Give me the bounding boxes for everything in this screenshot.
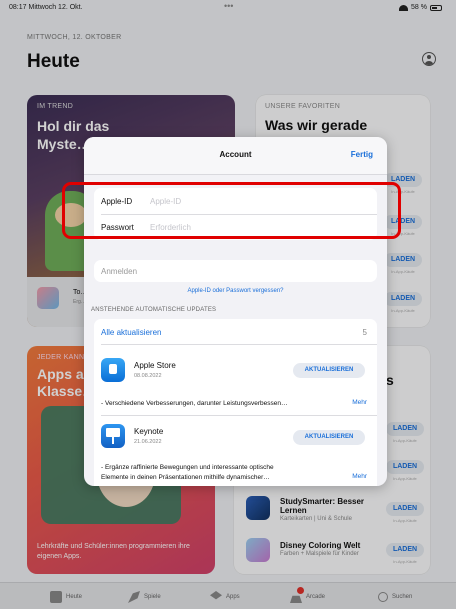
more-link[interactable]: Mehr [352,399,367,406]
update-app-date: 08.08.2022 [134,373,162,379]
keynote-app-icon[interactable] [101,424,125,448]
podium-icon [106,428,120,437]
shopping-bag-icon [109,364,117,374]
update-app-name: Apple Store [134,361,176,370]
divider [101,415,377,416]
sign-in-button[interactable]: Anmelden [94,260,377,282]
updates-section-header: ANSTEHENDE AUTOMATISCHE UPDATES [91,307,217,313]
update-button[interactable]: AKTUALISIEREN [293,430,365,445]
update-app-name: Keynote [134,427,164,436]
update-notes: - Ergänze raffinierte Bewegungen und int… [101,464,274,471]
more-link[interactable]: Mehr [352,473,367,480]
update-all-button[interactable]: Alle aktualisieren [101,328,161,337]
podium-stand-icon [112,437,114,444]
sign-in-label: Anmelden [101,267,138,276]
update-app-date: 21.06.2022 [134,439,162,445]
credentials-highlight-box [62,182,401,239]
apple-store-app-icon[interactable] [101,358,125,382]
updates-list: Alle aktualisieren 5 Apple Store 08.08.2… [94,319,377,486]
update-count: 5 [362,328,367,337]
sheet-header: Account Fertig [84,137,387,175]
forgot-password-link[interactable]: Apple-ID oder Passwort vergessen? [84,288,387,294]
update-notes-line2: Elemente in deinen Präsentationen mithil… [101,474,270,481]
update-button[interactable]: AKTUALISIEREN [293,363,365,378]
update-notes: - Verschiedene Verbesserungen, darunter … [101,400,288,407]
sheet-title: Account [219,150,252,159]
done-button[interactable]: Fertig [351,150,373,159]
divider [101,344,377,345]
